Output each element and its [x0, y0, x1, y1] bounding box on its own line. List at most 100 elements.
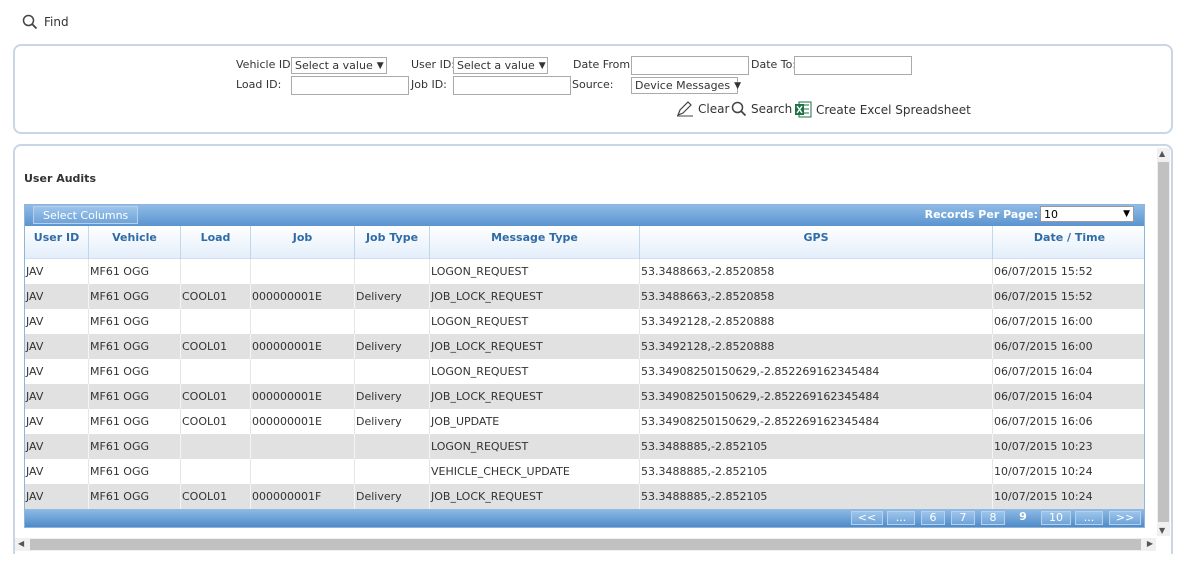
search-icon	[22, 14, 38, 30]
cell-message-type: LOGON_REQUEST	[430, 359, 640, 384]
job-id-label: Job ID:	[411, 78, 447, 91]
audit-grid: Select Columns Records Per Page: 10 ▼ Us…	[24, 204, 1145, 528]
cell-user-id: JAV	[25, 259, 89, 284]
cell-job-type	[355, 434, 430, 459]
cell-job	[251, 309, 355, 334]
date-to-input[interactable]	[794, 56, 912, 75]
cell-load: COOL01	[181, 484, 251, 509]
pager-next-ellipsis[interactable]: ...	[1075, 511, 1103, 525]
pager-page-7[interactable]: 7	[951, 511, 975, 525]
scroll-left-icon[interactable]: ◀	[18, 539, 24, 548]
cell-vehicle: MF61 OGG	[89, 309, 181, 334]
clear-button[interactable]: Clear	[676, 101, 729, 117]
cell-gps: 53.3488663,-2.8520858	[640, 259, 993, 284]
pager: << ... 6 7 8 9 10 ... >>	[25, 509, 1144, 527]
cell-user-id: JAV	[25, 484, 89, 509]
column-header-vehicle[interactable]: Vehicle	[89, 226, 181, 259]
pager-page-6[interactable]: 6	[921, 511, 945, 525]
table-row[interactable]: JAV MF61 OGG VEHICLE_CHECK_UPDATE 53.348888…	[25, 459, 1144, 484]
cell-job-type: Delivery	[355, 384, 430, 409]
cell-vehicle: MF61 OGG	[89, 334, 181, 359]
table-row[interactable]: JAV MF61 OGG LOGON_REQUEST 53.3488885,-2.85…	[25, 434, 1144, 459]
source-label: Source:	[572, 78, 614, 91]
cell-vehicle: MF61 OGG	[89, 259, 181, 284]
cell-job: 000000001E	[251, 409, 355, 434]
scroll-up-icon[interactable]: ▲	[1159, 149, 1165, 158]
pager-page-8[interactable]: 8	[981, 511, 1005, 525]
date-from-input[interactable]	[631, 56, 749, 75]
column-header-job[interactable]: Job	[251, 226, 355, 259]
cell-job-type: Delivery	[355, 334, 430, 359]
cell-gps: 53.3492128,-2.8520888	[640, 334, 993, 359]
cell-vehicle: MF61 OGG	[89, 484, 181, 509]
cell-load	[181, 459, 251, 484]
source-select[interactable]: Device Messages ▼	[631, 77, 741, 94]
load-id-input[interactable]	[291, 76, 409, 95]
search-icon	[731, 101, 747, 117]
column-header-user-id[interactable]: User ID	[25, 226, 89, 259]
cell-gps: 53.3488663,-2.8520858	[640, 284, 993, 309]
cell-job: 000000001E	[251, 284, 355, 309]
scroll-right-icon[interactable]: ▶	[1147, 539, 1153, 548]
cell-date-time: 06/07/2015 15:52	[994, 265, 1093, 278]
load-id-label: Load ID:	[236, 78, 282, 91]
source-select-value: Device Messages	[635, 79, 731, 92]
horizontal-scrollbar[interactable]: ◀ ▶	[15, 538, 1156, 551]
find-label: Find	[44, 15, 69, 29]
cell-job-type: Delivery	[355, 409, 430, 434]
cell-job-type: Delivery	[355, 284, 430, 309]
search-label: Search	[751, 102, 793, 116]
scroll-down-icon[interactable]: ▼	[1159, 526, 1165, 535]
cell-job-type	[355, 459, 430, 484]
user-id-select[interactable]: Select a value ▼	[453, 57, 548, 74]
horizontal-scroll-thumb[interactable]	[30, 539, 1141, 550]
grid-toolbar: Select Columns Records Per Page: 10 ▼	[25, 205, 1144, 226]
cell-vehicle: MF61 OGG	[89, 384, 181, 409]
pager-prev-ellipsis[interactable]: ...	[887, 511, 915, 525]
create-excel-button[interactable]: Create Excel Spreadsheet	[794, 101, 971, 118]
records-per-page-label: Records Per Page:	[924, 208, 1038, 221]
vehicle-id-label: Vehicle ID:	[236, 58, 295, 71]
cell-message-type: JOB_LOCK_REQUEST	[430, 284, 640, 309]
vertical-scroll-thumb[interactable]	[1158, 162, 1169, 522]
column-header-message-type[interactable]: Message Type	[430, 226, 640, 259]
cell-job: 000000001F	[251, 484, 355, 509]
records-per-page-select[interactable]: 10 ▼	[1040, 206, 1134, 222]
pager-first-button[interactable]: <<	[851, 511, 883, 525]
table-row[interactable]: JAV MF61 OGG COOL01 000000001E Delivery JOB_L…	[25, 334, 1144, 359]
select-columns-button[interactable]: Select Columns	[33, 206, 139, 224]
pencil-icon	[676, 101, 693, 117]
vertical-scrollbar[interactable]: ▲ ▼	[1157, 148, 1170, 536]
cell-gps: 53.3488885,-2.852105	[640, 434, 993, 459]
table-row[interactable]: JAV MF61 OGG COOL01 000000001E Delivery JOB_L…	[25, 384, 1144, 409]
column-header-job-type[interactable]: Job Type	[355, 226, 430, 259]
job-id-input[interactable]	[453, 76, 571, 95]
cell-gps: 53.3488885,-2.852105	[640, 484, 993, 509]
cell-date-time: 06/07/2015 15:52	[994, 290, 1093, 303]
cell-job	[251, 259, 355, 284]
pager-page-10[interactable]: 10	[1041, 511, 1071, 525]
cell-load: COOL01	[181, 334, 251, 359]
cell-message-type: VEHICLE_CHECK_UPDATE	[430, 459, 640, 484]
find-toggle[interactable]: Find	[22, 12, 69, 32]
cell-user-id: JAV	[25, 284, 89, 309]
cell-date-time: 10/07/2015 10:23	[994, 440, 1093, 453]
table-row[interactable]: JAV MF61 OGG COOL01 000000001E Delivery JOB_L…	[25, 284, 1144, 309]
vehicle-id-select[interactable]: Select a value ▼	[291, 57, 387, 74]
cell-load: COOL01	[181, 384, 251, 409]
cell-user-id: JAV	[25, 359, 89, 384]
table-row[interactable]: JAV MF61 OGG COOL01 000000001F Delivery JOB_L…	[25, 484, 1144, 509]
cell-user-id: JAV	[25, 309, 89, 334]
table-row[interactable]: JAV MF61 OGG COOL01 000000001E Delivery JOB_U…	[25, 409, 1144, 434]
cell-job	[251, 459, 355, 484]
pager-last-button[interactable]: >>	[1109, 511, 1141, 525]
table-row[interactable]: JAV MF61 OGG LOGON_REQUEST 53.3488663,-2.85…	[25, 259, 1144, 284]
cell-gps: 53.34908250150629,-2.852269162345484	[640, 409, 993, 434]
table-row[interactable]: JAV MF61 OGG LOGON_REQUEST 53.3492128,-2.85…	[25, 309, 1144, 334]
table-row[interactable]: JAV MF61 OGG LOGON_REQUEST 53.3490825015062…	[25, 359, 1144, 384]
cell-vehicle: MF61 OGG	[89, 284, 181, 309]
column-header-date-time[interactable]: Date / Time	[993, 226, 1146, 259]
search-button[interactable]: Search	[731, 101, 792, 117]
column-header-gps[interactable]: GPS	[640, 226, 993, 259]
column-header-load[interactable]: Load	[181, 226, 251, 259]
